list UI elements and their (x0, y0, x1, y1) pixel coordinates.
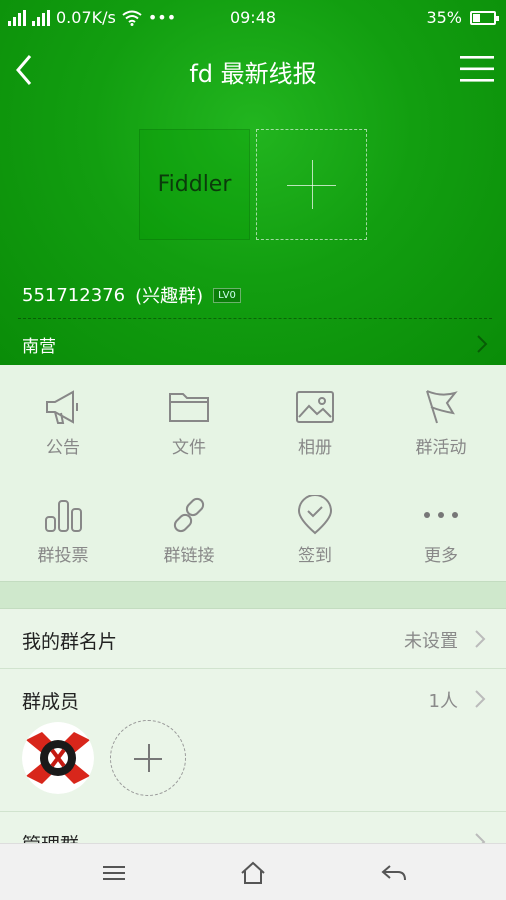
page-title: fd 最新线报 (189, 60, 317, 88)
feature-label: 群活动 (415, 438, 467, 458)
feature-label: 群投票 (37, 546, 89, 566)
chevron-right-icon (477, 335, 488, 353)
battery-icon (470, 10, 499, 25)
feature-label: 公告 (46, 438, 80, 458)
nav-bar: fd 最新线报 (0, 44, 506, 100)
feature-files[interactable]: 文件 (126, 365, 252, 473)
battery-percent: 35% (426, 8, 462, 27)
location-check-icon (297, 495, 333, 535)
megaphone-icon (46, 390, 78, 424)
flag-icon (426, 390, 458, 424)
group-card-value: 未设置 (404, 631, 458, 652)
feature-more[interactable]: 更多 (378, 473, 504, 581)
group-header: 0.07K/s ••• 09:48 35% fd 最新线报 Fiddler 55… (0, 0, 506, 365)
members-label: 群成员 (22, 691, 80, 713)
group-card-row[interactable]: 我的群名片 未设置 (0, 609, 506, 669)
folder-icon (169, 393, 209, 422)
divider (18, 318, 492, 319)
group-avatars: Fiddler (139, 129, 367, 240)
menu-icon[interactable] (100, 860, 128, 886)
feature-label: 群链接 (163, 546, 215, 566)
group-avatar[interactable]: Fiddler (139, 129, 250, 240)
feature-label: 文件 (172, 438, 206, 458)
feature-label: 相册 (298, 438, 332, 458)
feature-vote[interactable]: 群投票 (0, 473, 126, 581)
group-type: (兴趣群) (135, 286, 204, 307)
photo-icon (296, 391, 334, 423)
feature-grid: 公告 文件 相册 群活动 群投票 群链接 签到 更多 (0, 365, 506, 581)
group-number: 551712376 (22, 284, 126, 306)
system-nav-bar (0, 843, 506, 900)
more-dots-icon (424, 512, 458, 518)
add-avatar-button[interactable] (256, 129, 367, 240)
feature-album[interactable]: 相册 (252, 365, 378, 473)
level-badge: LV0 (213, 287, 241, 303)
group-card-label: 我的群名片 (22, 631, 118, 653)
member-avatar[interactable] (22, 722, 94, 794)
feature-activities[interactable]: 群活动 (378, 365, 504, 473)
bar-chart-icon (45, 500, 82, 532)
link-icon (173, 497, 205, 533)
menu-icon[interactable] (460, 54, 494, 84)
section-divider (0, 581, 506, 609)
feature-announcement[interactable]: 公告 (0, 365, 126, 473)
feature-checkin[interactable]: 签到 (252, 473, 378, 581)
feature-label: 更多 (424, 546, 458, 566)
home-icon[interactable] (239, 860, 267, 886)
back-arrow-icon[interactable] (380, 860, 408, 886)
chevron-right-icon (475, 630, 486, 648)
status-bar: 0.07K/s ••• 09:48 35% (0, 0, 506, 36)
add-member-button[interactable] (110, 720, 186, 796)
feature-label: 签到 (298, 546, 332, 566)
members-count: 1人 (428, 691, 458, 712)
group-location[interactable]: 南营 (22, 332, 56, 357)
chevron-right-icon (475, 690, 486, 708)
group-id-line: 551712376 (兴趣群) LV0 (22, 282, 241, 308)
feature-link[interactable]: 群链接 (126, 473, 252, 581)
